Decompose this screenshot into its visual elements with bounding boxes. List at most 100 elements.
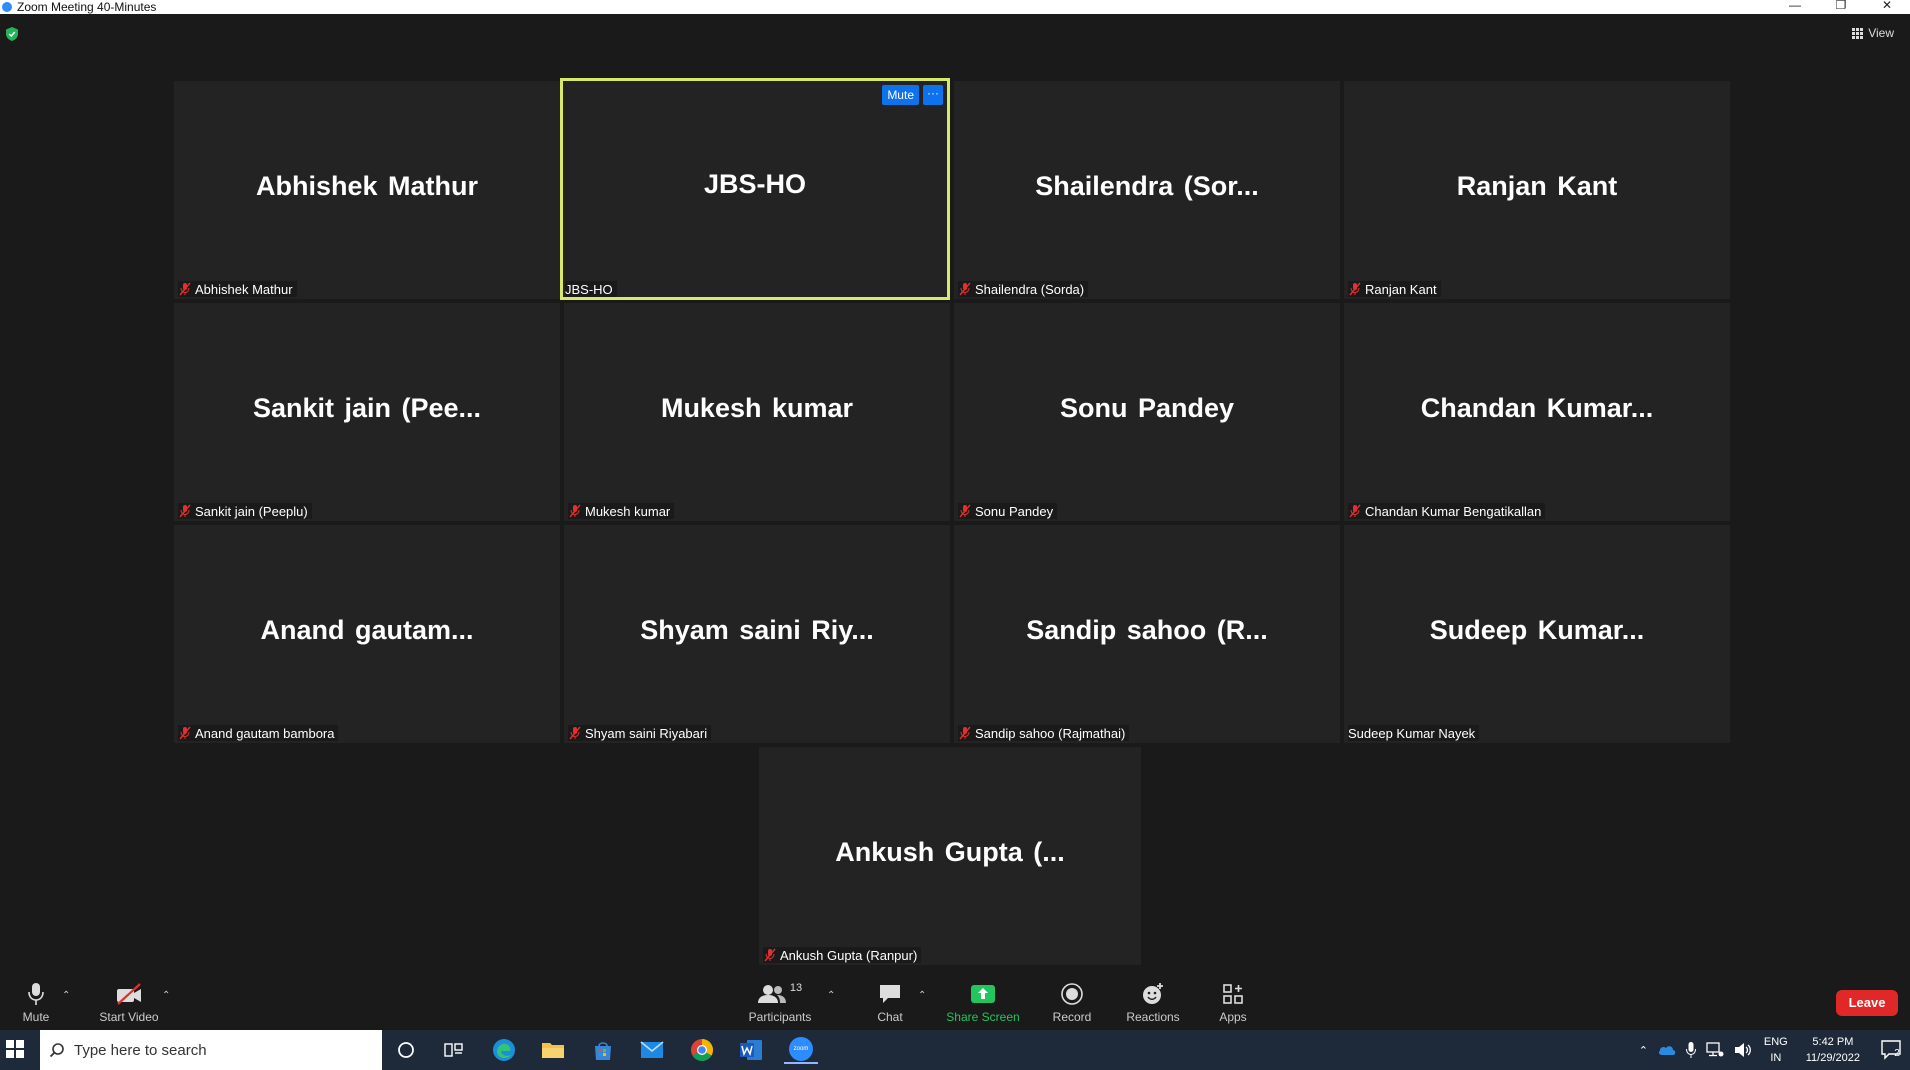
onedrive-icon[interactable] bbox=[1658, 1044, 1676, 1056]
video-tile[interactable]: Chandan Kumar... Chandan Kumar Bengatika… bbox=[1344, 303, 1730, 521]
participant-name-text: Abhishek Mathur bbox=[195, 281, 293, 297]
participant-name-label: Chandan Kumar Bengatikallan bbox=[1348, 503, 1546, 519]
participant-name-label: Sankit jain (Peeplu) bbox=[178, 503, 312, 519]
participants-button[interactable]: 13 Participants bbox=[744, 982, 816, 1024]
share-screen-label: Share Screen bbox=[946, 1010, 1020, 1024]
mic-muted-icon bbox=[959, 504, 971, 518]
video-tile[interactable]: Anand gautam... Anand gautam bambora bbox=[174, 525, 560, 743]
participant-name-text: Sankit jain (Peeplu) bbox=[195, 503, 308, 519]
participant-name-text: Shailendra (Sorda) bbox=[975, 281, 1085, 297]
video-tile[interactable]: Mukesh kumar Mukesh kumar bbox=[564, 303, 950, 521]
windows-start-icon[interactable] bbox=[6, 1040, 24, 1058]
show-hidden-icons-chevron-icon[interactable]: ⌃ bbox=[1639, 1044, 1648, 1057]
apps-icon bbox=[1223, 984, 1243, 1004]
participant-name-label: Sandip sahoo (Rajmathai) bbox=[958, 725, 1130, 741]
file-explorer-icon[interactable] bbox=[539, 1036, 567, 1064]
participant-name-label: Shailendra (Sorda) bbox=[958, 281, 1089, 297]
reactions-button[interactable]: Reactions bbox=[1126, 982, 1180, 1024]
mic-muted-icon bbox=[569, 726, 581, 740]
mute-button[interactable]: Mute bbox=[18, 982, 54, 1024]
video-tile[interactable]: Sonu Pandey Sonu Pandey bbox=[954, 303, 1340, 521]
apps-label: Apps bbox=[1219, 1010, 1247, 1024]
minimize-button[interactable]: — bbox=[1772, 0, 1818, 14]
participants-options-chevron-icon[interactable]: ⌃ bbox=[827, 990, 835, 1001]
system-tray: ⌃ ENG IN 5:42 PM 11/29/2022 2 bbox=[1639, 1030, 1910, 1070]
share-screen-button[interactable]: Share Screen bbox=[946, 982, 1020, 1024]
view-button[interactable]: View bbox=[1852, 26, 1894, 40]
volume-icon[interactable] bbox=[1734, 1042, 1752, 1058]
notification-count: 2 bbox=[1894, 1048, 1900, 1059]
close-button[interactable]: ✕ bbox=[1864, 0, 1910, 14]
zoom-taskbar-app[interactable]: zoom bbox=[784, 1036, 818, 1064]
record-button[interactable]: Record bbox=[1052, 982, 1092, 1024]
chat-button[interactable]: Chat bbox=[872, 982, 908, 1024]
mail-icon[interactable] bbox=[638, 1036, 666, 1064]
tray-microphone-icon[interactable] bbox=[1685, 1042, 1696, 1058]
chrome-browser-icon[interactable] bbox=[688, 1036, 716, 1064]
video-tile[interactable]: Sudeep Kumar... Sudeep Kumar Nayek bbox=[1344, 525, 1730, 743]
video-tile-active-speaker[interactable]: Mute ··· JBS-HO JBS-HO bbox=[560, 78, 950, 300]
video-tile[interactable]: Sankit jain (Pee... Sankit jain (Peeplu) bbox=[174, 303, 560, 521]
video-tile[interactable]: Abhishek Mathur Abhishek Mathur bbox=[174, 81, 560, 299]
participant-display-name: Anand gautam... bbox=[260, 615, 474, 645]
participants-label: Participants bbox=[748, 1010, 812, 1024]
video-tile[interactable]: Ranjan Kant Ranjan Kant bbox=[1344, 81, 1730, 299]
participant-display-name: Chandan Kumar... bbox=[1420, 393, 1654, 423]
view-button-label: View bbox=[1868, 26, 1894, 40]
participants-count: 13 bbox=[789, 982, 803, 994]
gallery-grid-icon bbox=[1852, 27, 1864, 39]
tile-more-options-button[interactable]: ··· bbox=[923, 85, 943, 105]
task-view-icon[interactable] bbox=[440, 1036, 468, 1064]
video-off-icon bbox=[117, 983, 141, 1005]
tile-mute-button[interactable]: Mute bbox=[882, 85, 919, 105]
share-screen-icon bbox=[971, 985, 995, 1003]
maximize-button[interactable]: ❐ bbox=[1818, 0, 1864, 14]
taskbar-clock[interactable]: 5:42 PM 11/29/2022 bbox=[1806, 1034, 1860, 1066]
window-title: Zoom Meeting 40-Minutes bbox=[17, 0, 157, 14]
tile-actions: Mute ··· bbox=[882, 85, 943, 105]
start-video-button[interactable]: Start Video bbox=[96, 982, 162, 1024]
participant-name-text: Ankush Gupta (Ranpur) bbox=[780, 947, 918, 963]
apps-button[interactable]: Apps bbox=[1218, 982, 1248, 1024]
zoom-app-label: zoom bbox=[793, 1046, 809, 1052]
window-controls: — ❐ ✕ bbox=[1772, 0, 1910, 14]
participant-name-text: Shyam saini Riyabari bbox=[585, 725, 708, 741]
participant-display-name: Abhishek Mathur bbox=[255, 171, 479, 201]
action-center-button[interactable]: 2 bbox=[1874, 1040, 1910, 1060]
participant-display-name: Ranjan Kant bbox=[1456, 171, 1618, 201]
clock-date: 11/29/2022 bbox=[1805, 1052, 1860, 1064]
reactions-icon bbox=[1143, 983, 1163, 1004]
video-options-chevron-icon[interactable]: ⌃ bbox=[162, 990, 170, 1001]
reactions-label: Reactions bbox=[1126, 1010, 1180, 1024]
taskbar-search-box[interactable]: Type here to search bbox=[40, 1030, 382, 1070]
mic-muted-icon bbox=[1349, 504, 1361, 518]
participant-name-label: Sudeep Kumar Nayek bbox=[1348, 725, 1480, 741]
video-tile[interactable]: Shyam saini Riy... Shyam saini Riyabari bbox=[564, 525, 950, 743]
microsoft-store-icon[interactable] bbox=[589, 1036, 617, 1064]
mute-options-chevron-icon[interactable]: ⌃ bbox=[62, 990, 70, 1001]
record-label: Record bbox=[1052, 1010, 1092, 1024]
video-tile[interactable]: Ankush Gupta (... Ankush Gupta (Ranpur) bbox=[759, 747, 1141, 965]
zoom-app-icon bbox=[2, 2, 12, 12]
language-code: ENG bbox=[1763, 1036, 1788, 1048]
chat-options-chevron-icon[interactable]: ⌃ bbox=[918, 990, 926, 1001]
input-language-indicator[interactable]: ENG IN bbox=[1764, 1034, 1788, 1066]
participant-name-text: Sonu Pandey bbox=[975, 503, 1054, 519]
participant-name-text: Sudeep Kumar Nayek bbox=[1348, 725, 1476, 741]
participant-name-label: Shyam saini Riyabari bbox=[568, 725, 712, 741]
cortana-icon[interactable] bbox=[392, 1036, 420, 1064]
video-tile[interactable]: Sandip sahoo (R... Sandip sahoo (Rajmath… bbox=[954, 525, 1340, 743]
participant-name-label: Ankush Gupta (Ranpur) bbox=[763, 947, 922, 963]
leave-meeting-button[interactable]: Leave bbox=[1836, 990, 1898, 1016]
participant-name-text: Sandip sahoo (Rajmathai) bbox=[975, 725, 1126, 741]
start-video-label: Start Video bbox=[99, 1010, 159, 1024]
security-shield-icon[interactable] bbox=[6, 27, 18, 41]
chat-label: Chat bbox=[877, 1010, 903, 1024]
clock-time: 5:42 PM bbox=[1812, 1036, 1854, 1048]
edge-browser-icon[interactable] bbox=[490, 1036, 518, 1064]
network-icon[interactable] bbox=[1706, 1042, 1724, 1058]
mic-muted-icon bbox=[959, 282, 971, 296]
video-tile[interactable]: Shailendra (Sor... Shailendra (Sorda) bbox=[954, 81, 1340, 299]
participant-name-label: JBS-HO bbox=[565, 281, 617, 297]
word-app-icon[interactable] bbox=[737, 1036, 765, 1064]
